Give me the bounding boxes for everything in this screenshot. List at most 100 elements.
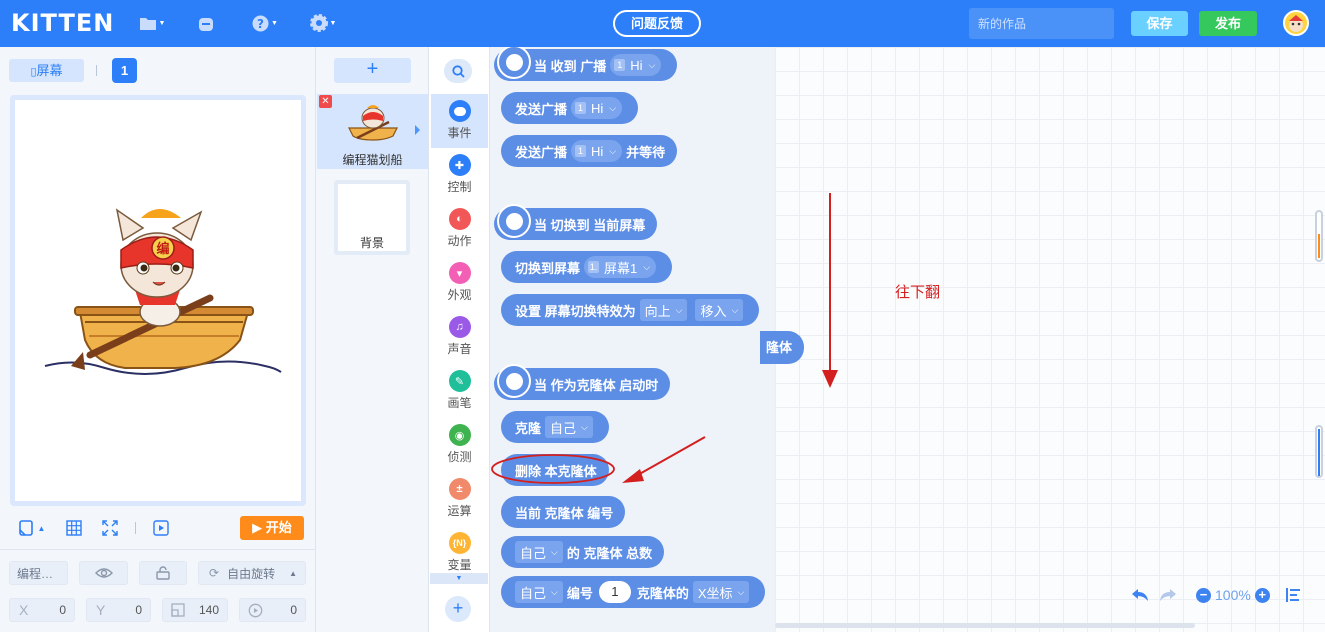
- stage-panel: ▯屏幕 1 编 ▲ ▶ 开始 编程… ⟳ 自由旋转 ▲ X 0 Y 0 140 …: [0, 47, 316, 632]
- category-label: 控制: [447, 180, 472, 194]
- block-when-start-as-clone[interactable]: 当 作为克隆体 启动时: [494, 364, 671, 400]
- caret-up-icon: ▲: [37, 523, 46, 533]
- stage-canvas[interactable]: 编: [10, 95, 306, 506]
- operators-icon: ±: [448, 478, 471, 500]
- caret-up-icon: ▲: [289, 568, 297, 578]
- redo-icon[interactable]: [1159, 586, 1177, 604]
- block-clone-count[interactable]: 自己 ⌵ 的 克隆体 总数: [501, 536, 665, 568]
- category-looks[interactable]: ▾ 外观: [431, 256, 488, 310]
- file-menu-icon[interactable]: ▼: [136, 12, 168, 34]
- block-when-receive-broadcast[interactable]: 当 收到 广播 1 Hi ⌵: [494, 47, 678, 81]
- category-events[interactable]: 事件: [431, 94, 488, 148]
- screen-dropdown[interactable]: 1. 屏幕1 ⌵: [584, 256, 657, 278]
- sprite-item[interactable]: ✕ 编程猫划船: [317, 94, 428, 169]
- block-set-screen-effect[interactable]: 设置 屏幕切换特效为 向上 ⌵ 移入 ⌵: [501, 294, 760, 326]
- align-blocks-icon[interactable]: [1286, 586, 1301, 604]
- rotation-mode-select[interactable]: ⟳ 自由旋转 ▲: [198, 561, 306, 585]
- broadcast-dropdown[interactable]: 1 Hi ⌵: [571, 97, 623, 119]
- script-canvas[interactable]: [775, 47, 1325, 632]
- grid-icon[interactable]: [63, 517, 85, 539]
- delete-sprite-icon[interactable]: ✕: [319, 95, 332, 108]
- zoom-in-icon[interactable]: +: [1254, 587, 1270, 603]
- clone-index-input[interactable]: 1: [598, 581, 631, 603]
- undo-icon[interactable]: [1131, 586, 1149, 604]
- broadcast-dropdown[interactable]: 1 Hi ⌵: [571, 140, 623, 162]
- block-delete-clone[interactable]: 删除 本克隆体: [501, 454, 609, 486]
- block-text: 当 收到 广播: [534, 58, 607, 74]
- block-switch-screen[interactable]: 切换到屏幕 1. 屏幕1 ⌵: [501, 251, 673, 283]
- canvas-block-fragment[interactable]: 隆体: [760, 331, 804, 364]
- clone-property-dropdown[interactable]: X坐标 ⌵: [692, 581, 750, 603]
- dropdown-value: 自己: [520, 585, 547, 601]
- effect-mode-dropdown[interactable]: 移入 ⌵: [695, 299, 744, 321]
- sprite-name-value: 编程…: [17, 566, 54, 581]
- broadcast-dropdown[interactable]: 1 Hi ⌵: [610, 54, 662, 76]
- screen-number-button[interactable]: 1: [112, 58, 137, 83]
- category-label: 侦测: [447, 450, 472, 464]
- direction-value: 0: [290, 603, 297, 617]
- block-text: 切换到屏幕: [515, 260, 581, 276]
- sprite-name-field[interactable]: 编程…: [9, 561, 68, 585]
- size-icon: [171, 603, 185, 617]
- zoom-out-icon[interactable]: −: [1196, 587, 1211, 603]
- block-when-switch-screen[interactable]: 当 切换到 当前屏幕: [494, 204, 658, 240]
- block-send-broadcast[interactable]: 发送广播 1 Hi ⌵: [501, 92, 639, 124]
- search-icon[interactable]: [444, 59, 472, 83]
- save-button[interactable]: 保存: [1131, 11, 1188, 36]
- publish-button[interactable]: 发布: [1199, 11, 1257, 36]
- category-motion[interactable]: ◐ 动作: [431, 202, 488, 256]
- fullscreen-icon[interactable]: [99, 517, 121, 539]
- work-name-input[interactable]: [969, 8, 1114, 39]
- y-position-field[interactable]: Y 0: [86, 598, 151, 622]
- block-current-clone-index[interactable]: 当前 克隆体 编号: [501, 496, 626, 528]
- block-clone[interactable]: 克隆 自己 ⌵: [501, 411, 609, 443]
- block-text: 并等待: [626, 144, 666, 160]
- add-sprite-button[interactable]: +: [334, 58, 411, 83]
- clone-target-dropdown[interactable]: 自己 ⌵: [545, 416, 593, 438]
- help-icon[interactable]: ? ▼: [249, 12, 281, 34]
- category-pen[interactable]: ✎ 画笔: [431, 364, 488, 418]
- category-sound[interactable]: ♫ 声音: [431, 310, 488, 364]
- block-send-broadcast-and-wait[interactable]: 发送广播 1 Hi ⌵ 并等待: [501, 135, 678, 167]
- size-field[interactable]: 140: [162, 598, 228, 622]
- pill-value: Hi: [591, 100, 604, 116]
- category-scroll-down-icon[interactable]: ▼: [430, 573, 488, 584]
- chevron-down-icon: ⌵: [731, 304, 739, 315]
- chevron-down-icon: ⌵: [737, 586, 745, 597]
- direction-field[interactable]: 0: [239, 598, 306, 622]
- category-variables[interactable]: {N} 变量: [431, 526, 488, 580]
- feedback-button[interactable]: 问题反馈: [613, 10, 701, 37]
- add-extension-button[interactable]: +: [445, 596, 471, 622]
- clone-target-dropdown[interactable]: 自己 ⌵: [515, 541, 563, 563]
- stage-size-toggle-icon[interactable]: ▲: [16, 517, 48, 539]
- pill-index: 1: [575, 145, 587, 157]
- pill-value: Hi: [630, 57, 643, 73]
- settings-gear-icon[interactable]: ▼: [307, 12, 339, 34]
- screen-tab[interactable]: ▯屏幕: [9, 59, 84, 82]
- block-clone-property[interactable]: 自己 ⌵ 编号 1 克隆体的 X坐标 ⌵: [501, 576, 766, 608]
- sensing-icon: ◉: [448, 424, 471, 446]
- vertical-scrollbar-lower[interactable]: [1315, 425, 1323, 478]
- sprite-list-panel: + ✕ 编程猫划船 背景: [316, 47, 429, 632]
- x-position-field[interactable]: X 0: [9, 598, 75, 622]
- user-avatar[interactable]: [1283, 10, 1309, 36]
- horizontal-scrollbar[interactable]: [775, 623, 1195, 628]
- visibility-eye-icon[interactable]: [79, 561, 128, 585]
- category-sensing[interactable]: ◉ 侦测: [431, 418, 488, 472]
- background-item[interactable]: 背景: [334, 180, 410, 255]
- vertical-scrollbar[interactable]: [1315, 210, 1323, 262]
- chevron-down-icon: ⌵: [648, 59, 656, 70]
- category-label: 事件: [447, 126, 472, 140]
- lock-icon[interactable]: [139, 561, 187, 585]
- chevron-down-icon: ⌵: [609, 145, 617, 156]
- category-operators[interactable]: ± 运算: [431, 472, 488, 526]
- category-control[interactable]: ✚ 控制: [431, 148, 488, 202]
- sprite-expand-arrow-icon[interactable]: [415, 125, 420, 135]
- music-note-icon: ♫: [448, 316, 471, 338]
- play-mode-icon[interactable]: [150, 517, 172, 539]
- effect-direction-dropdown[interactable]: 向上 ⌵: [639, 299, 688, 321]
- clone-target-dropdown[interactable]: 自己 ⌵: [515, 581, 563, 603]
- block-text: 克隆体的: [636, 585, 689, 601]
- backpack-icon[interactable]: [190, 12, 222, 34]
- start-button[interactable]: ▶ 开始: [240, 516, 304, 540]
